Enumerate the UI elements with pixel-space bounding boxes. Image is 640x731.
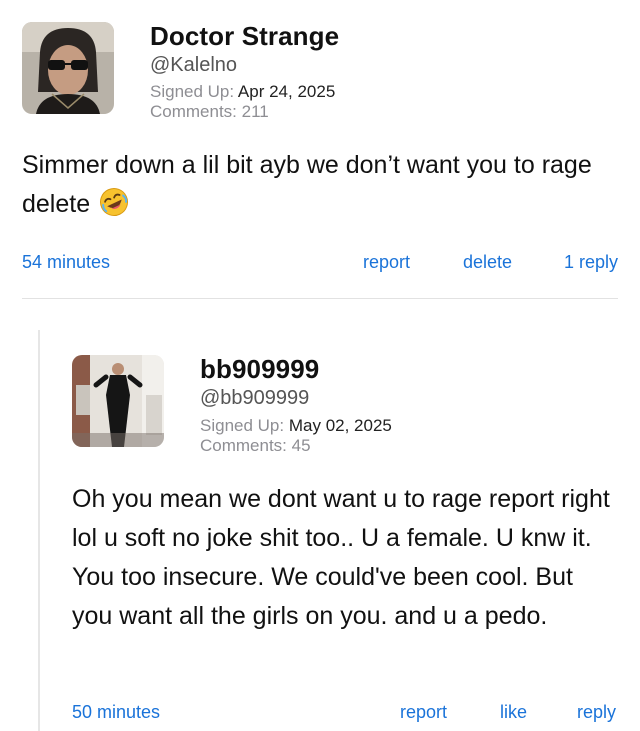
comment-timestamp[interactable]: 54 minutes: [22, 252, 110, 273]
reply-author-handle: @bb909999: [200, 387, 310, 409]
signed-up-date: Apr 24, 2025: [237, 82, 336, 101]
reply-comments-count: 45: [291, 436, 311, 455]
reply-signed-up-date: May 02, 2025: [288, 416, 392, 435]
reply-button[interactable]: reply: [577, 702, 616, 723]
reply-report-button[interactable]: report: [400, 702, 447, 723]
replies-button[interactable]: 1 reply: [564, 252, 618, 273]
author-handle: @Kalelno: [150, 54, 238, 76]
comments-count-info: Comments: 211: [150, 102, 269, 122]
comments-count: 211: [241, 102, 269, 121]
signed-up-label: Signed Up:: [150, 82, 235, 101]
report-button[interactable]: report: [363, 252, 410, 273]
reply-signed-up-info: Signed Up: May 02, 2025: [200, 416, 392, 436]
reply-author-name[interactable]: bb909999: [200, 354, 319, 385]
reply-comments-label: Comments:: [200, 436, 287, 455]
divider: [22, 298, 618, 299]
reply-avatar[interactable]: [72, 355, 164, 447]
delete-button[interactable]: delete: [463, 252, 512, 273]
reply-comments-count-info: Comments: 45: [200, 436, 311, 456]
comments-label: Comments:: [150, 102, 237, 121]
avatar-photo: [22, 22, 114, 114]
avatar[interactable]: [22, 22, 114, 114]
reply-text: Oh you mean we dont want u to rage repor…: [72, 485, 610, 630]
author-name[interactable]: Doctor Strange: [150, 21, 339, 52]
like-button[interactable]: like: [500, 702, 527, 723]
reply-signed-up-label: Signed Up:: [200, 416, 285, 435]
reply-thread-line: [38, 330, 40, 731]
signed-up-info: Signed Up: Apr 24, 2025: [150, 82, 335, 102]
reply-timestamp[interactable]: 50 minutes: [72, 702, 160, 723]
reply-avatar-photo: [72, 355, 164, 447]
comment-text: Simmer down a lil bit ayb we don’t want …: [22, 146, 592, 224]
rolling-on-floor-laughing-icon: [100, 188, 129, 216]
